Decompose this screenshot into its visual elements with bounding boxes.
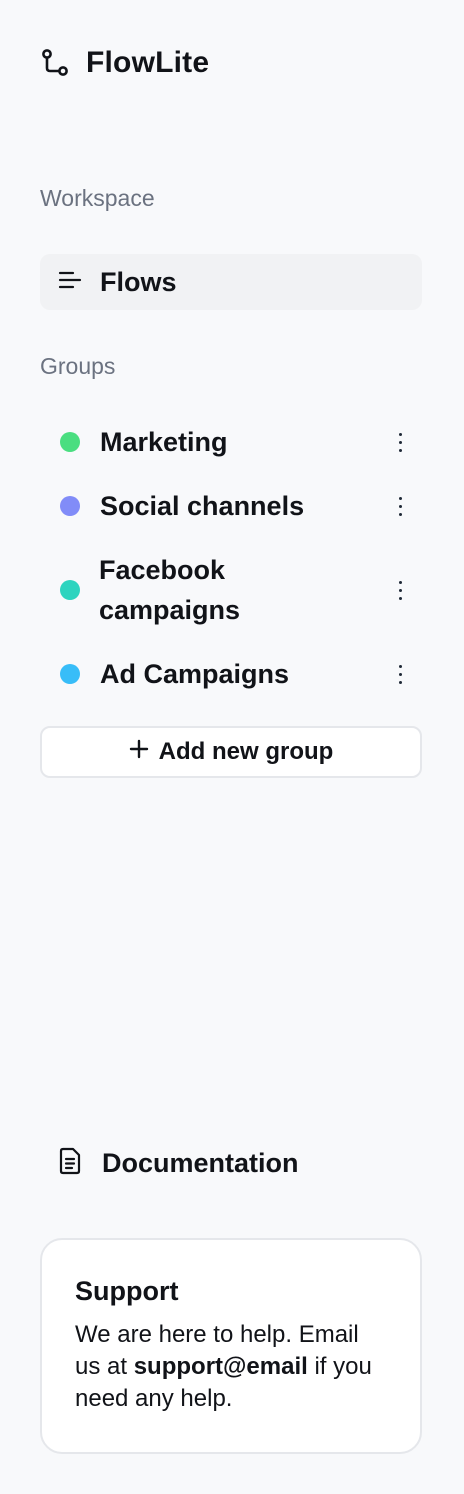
support-card: Support We are here to help. Email us at… [40, 1238, 422, 1454]
group-item-facebook-campaigns[interactable]: Facebook campaigns [40, 550, 422, 630]
add-new-group-button[interactable]: Add new group [40, 726, 422, 778]
group-color-dot [60, 432, 80, 452]
more-options-icon[interactable] [392, 432, 408, 452]
group-item-social-channels[interactable]: Social channels [40, 486, 422, 526]
add-new-group-label: Add new group [158, 738, 334, 765]
groups-section-label: Groups [40, 353, 116, 379]
nav-item-flows[interactable]: Flows [40, 254, 422, 310]
more-options-icon[interactable] [392, 580, 408, 600]
support-email-link[interactable]: support@email [134, 1353, 308, 1380]
brand[interactable]: FlowLite [40, 44, 209, 82]
group-item-ad-campaigns[interactable]: Ad Campaigns [40, 654, 422, 694]
app-name: FlowLite [86, 46, 210, 79]
support-text: We are here to help. Email us at support… [75, 1319, 388, 1415]
group-label: Marketing [100, 427, 228, 457]
document-icon [58, 1147, 82, 1180]
group-item-marketing[interactable]: Marketing [40, 422, 422, 462]
group-color-dot [60, 664, 80, 684]
more-options-icon[interactable] [392, 664, 408, 684]
flow-logo-icon [40, 48, 70, 78]
group-color-dot [60, 496, 80, 516]
group-label: Social channels [100, 491, 305, 521]
group-label: Facebook campaigns [99, 555, 241, 625]
more-options-icon[interactable] [392, 496, 408, 516]
group-color-dot [60, 580, 80, 600]
documentation-link[interactable]: Documentation [58, 1144, 299, 1182]
workspace-section-label: Workspace [40, 185, 155, 211]
support-title: Support [75, 1276, 179, 1306]
documentation-label: Documentation [102, 1147, 299, 1178]
nav-item-label: Flows [100, 266, 177, 297]
plus-icon [129, 738, 149, 766]
sidebar: FlowLite Workspace Flows Groups Marketin… [0, 0, 464, 1494]
group-label: Ad Campaigns [100, 659, 290, 689]
menu-lines-icon [58, 270, 82, 295]
